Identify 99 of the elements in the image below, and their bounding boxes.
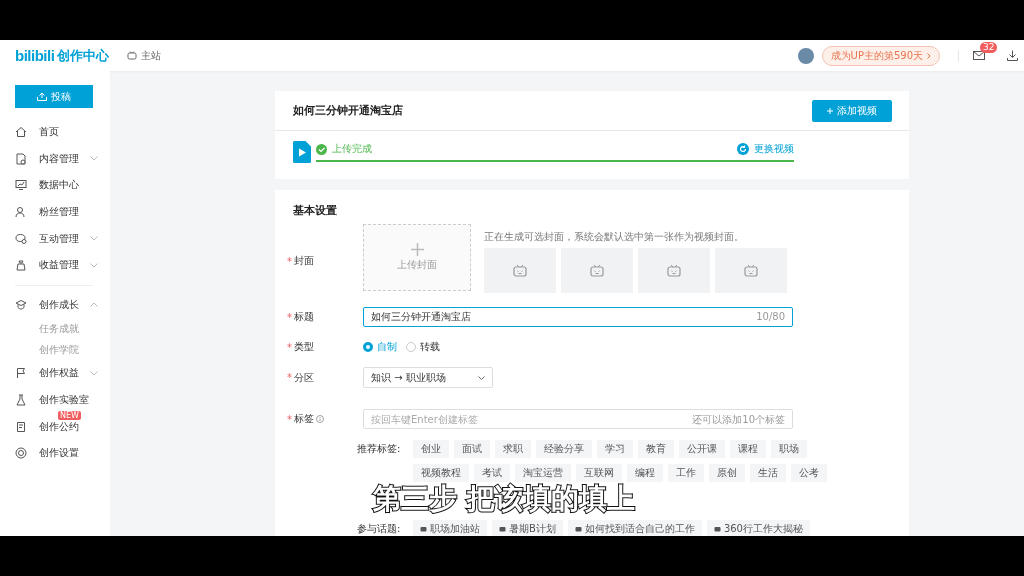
thumbnail-placeholder[interactable]: [715, 248, 787, 293]
required-mark: *: [287, 311, 292, 323]
recommended-tags-label: 推荐标签:: [357, 442, 402, 456]
home-icon: [15, 126, 27, 139]
thumbnail-placeholder[interactable]: [561, 248, 633, 293]
item-label: 创作权益: [39, 367, 79, 379]
field-label: 标签: [294, 412, 314, 426]
item-label: 创作公约: [39, 420, 79, 432]
tag-chip[interactable]: 公考: [791, 464, 827, 482]
tv-face-icon: [744, 264, 758, 277]
tag-limit-hint: 还可以添加10个标签: [692, 413, 785, 427]
tag-chip[interactable]: 编程: [627, 464, 663, 482]
check-circle-icon: [316, 143, 327, 155]
download-icon[interactable]: [1007, 50, 1018, 61]
field-label: 分区: [294, 370, 314, 385]
required-mark: *: [287, 413, 292, 425]
plus-icon: [410, 243, 424, 256]
item-label: 内容管理: [39, 152, 79, 164]
radio-option[interactable]: 转载: [406, 337, 440, 357]
chevron-down-icon: [478, 375, 485, 380]
tag-chip[interactable]: 求职: [495, 440, 531, 458]
field-label: 标题: [294, 310, 314, 324]
item-label: 创作实验室: [39, 394, 89, 406]
tv-face-icon: [590, 264, 604, 277]
topic-chip[interactable]: 360行工作大揭秘: [706, 520, 810, 536]
flag-icon: [15, 367, 27, 380]
item-label: 首页: [39, 126, 59, 138]
sidebar-item[interactable]: 收益管理: [0, 251, 110, 279]
sidebar-item[interactable]: 首页: [0, 119, 110, 146]
tag-chip[interactable]: 课程: [730, 440, 766, 458]
sidebar-item[interactable]: 粉丝管理: [0, 198, 110, 226]
tag-chip[interactable]: 职场: [771, 440, 807, 458]
tv-face-icon: [513, 264, 527, 277]
sidebar-item[interactable]: 创作成长: [0, 291, 110, 319]
tag-chip[interactable]: 学习: [597, 440, 633, 458]
monitor-chart-icon: [15, 179, 27, 192]
refresh-icon: [737, 143, 749, 155]
video-subtitle: 第三步 把该填的填上: [373, 483, 635, 515]
tag-chip[interactable]: 经验分享: [536, 440, 592, 458]
chat-bubble-icon: [15, 232, 27, 245]
upload-status: 上传完成: [332, 142, 372, 156]
zone-dropdown[interactable]: 知识 → 职业职场: [363, 367, 493, 388]
document-icon: [15, 152, 27, 165]
count-badge: 32: [980, 42, 998, 53]
tag-chip[interactable]: 创业: [413, 440, 449, 458]
video-title: 如何三分钟开通淘宝店: [293, 103, 403, 118]
section-title: 基本设置: [293, 202, 338, 219]
tag-chip[interactable]: 教育: [638, 440, 674, 458]
topic-chip[interactable]: 职场加油站: [413, 520, 487, 536]
sidebar-item[interactable]: NEW 创作公约: [0, 413, 110, 440]
tag-chip[interactable]: 生活: [750, 464, 786, 482]
graduation-cap-icon: [15, 298, 27, 311]
thumbnail-placeholder[interactable]: [484, 248, 556, 293]
plus-icon: [827, 107, 833, 114]
required-mark: *: [287, 372, 292, 383]
app-title: 创作中心: [57, 46, 110, 65]
thumbnail-placeholder[interactable]: [638, 248, 710, 293]
item-label: 收益管理: [39, 259, 79, 271]
sidebar-item[interactable]: 数据中心: [0, 172, 110, 199]
field-label: 封面: [294, 254, 314, 268]
tag-chip[interactable]: 公开课: [679, 440, 725, 458]
sidebar-item[interactable]: 创作设置: [0, 439, 110, 467]
item-label: 数据中心: [39, 179, 79, 191]
tag-chip[interactable]: 互联网: [576, 464, 622, 482]
topic-chip[interactable]: 暑期B计划: [492, 520, 563, 536]
sidebar-item[interactable]: 创作权益: [0, 360, 110, 387]
item-label: 创作设置: [39, 447, 79, 459]
topic-chip[interactable]: 如何找到适合自己的工作: [567, 520, 702, 536]
item-label: 互动管理: [39, 232, 79, 244]
mail-icon[interactable]: [973, 51, 985, 60]
char-counter: 10/80: [756, 311, 785, 322]
settings-icon: [15, 447, 27, 460]
required-mark: *: [287, 255, 292, 267]
cover-hint: 正在生成可选封面，系统会默认选中第一张作为视频封面。: [484, 230, 745, 244]
sidebar-item[interactable]: 内容管理: [0, 145, 110, 173]
item-label: 创作成长: [39, 298, 79, 310]
home-link[interactable]: 主站: [127, 48, 162, 63]
sidebar-item[interactable]: 互动管理: [0, 225, 110, 252]
field-label: 类型: [294, 340, 314, 354]
new-badge: NEW: [58, 410, 81, 420]
money-bag-icon: [15, 259, 27, 272]
flask-icon: [15, 394, 27, 407]
tag-chip[interactable]: 面试: [454, 440, 490, 458]
upload-icon: [37, 92, 47, 101]
required-mark: *: [287, 341, 292, 353]
item-label: 粉丝管理: [39, 206, 79, 218]
upload-cover-label: 上传封面: [397, 258, 437, 272]
tag-chip[interactable]: 工作: [668, 464, 704, 482]
tag-chip[interactable]: 视频教程: [413, 464, 469, 482]
tag-chip[interactable]: 考试: [474, 464, 510, 482]
topics-label: 参与话题:: [357, 522, 402, 536]
video-file-icon: [293, 141, 311, 163]
info-icon: [316, 415, 324, 423]
avatar[interactable]: [797, 47, 814, 64]
tag-chip[interactable]: 淘宝运营: [515, 464, 571, 482]
chevron-icon: [927, 52, 931, 59]
tag-chip[interactable]: 原创: [709, 464, 745, 482]
person-icon: [15, 206, 27, 219]
tv-face-icon: [667, 264, 681, 277]
